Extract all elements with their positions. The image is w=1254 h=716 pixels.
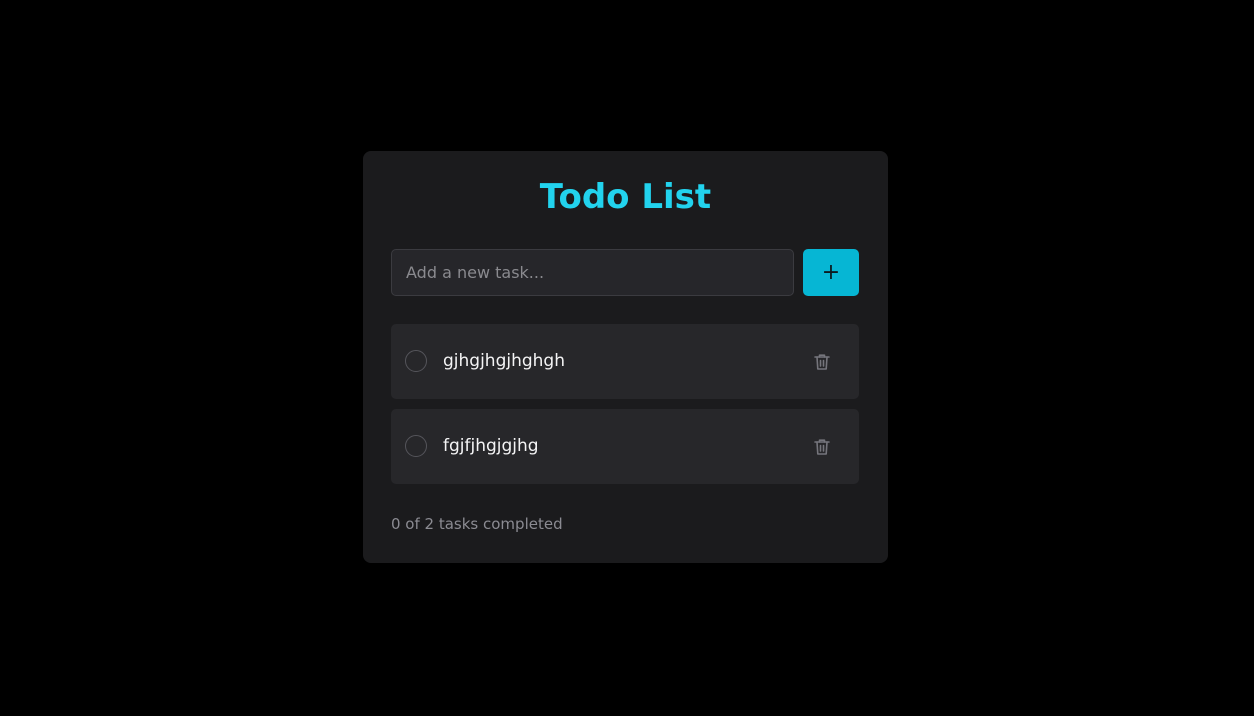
task-text: fgjfjhgjgjhg — [443, 436, 539, 456]
todo-card: Todo List + gjhgjhgjhghgh fgjfjhgjgjhg — [363, 151, 888, 563]
new-task-input[interactable] — [391, 249, 794, 296]
task-item: fgjfjhgjgjhg — [391, 409, 859, 484]
trash-icon[interactable] — [811, 351, 833, 373]
completion-status: 0 of 2 tasks completed — [391, 515, 563, 533]
task-text: gjhgjhgjhghgh — [443, 351, 565, 371]
task-checkbox-icon[interactable] — [405, 350, 427, 372]
trash-icon[interactable] — [811, 436, 833, 458]
task-item: gjhgjhgjhghgh — [391, 324, 859, 399]
page-title: Todo List — [539, 177, 712, 217]
add-task-button[interactable]: + — [803, 249, 859, 296]
task-checkbox-icon[interactable] — [405, 435, 427, 457]
